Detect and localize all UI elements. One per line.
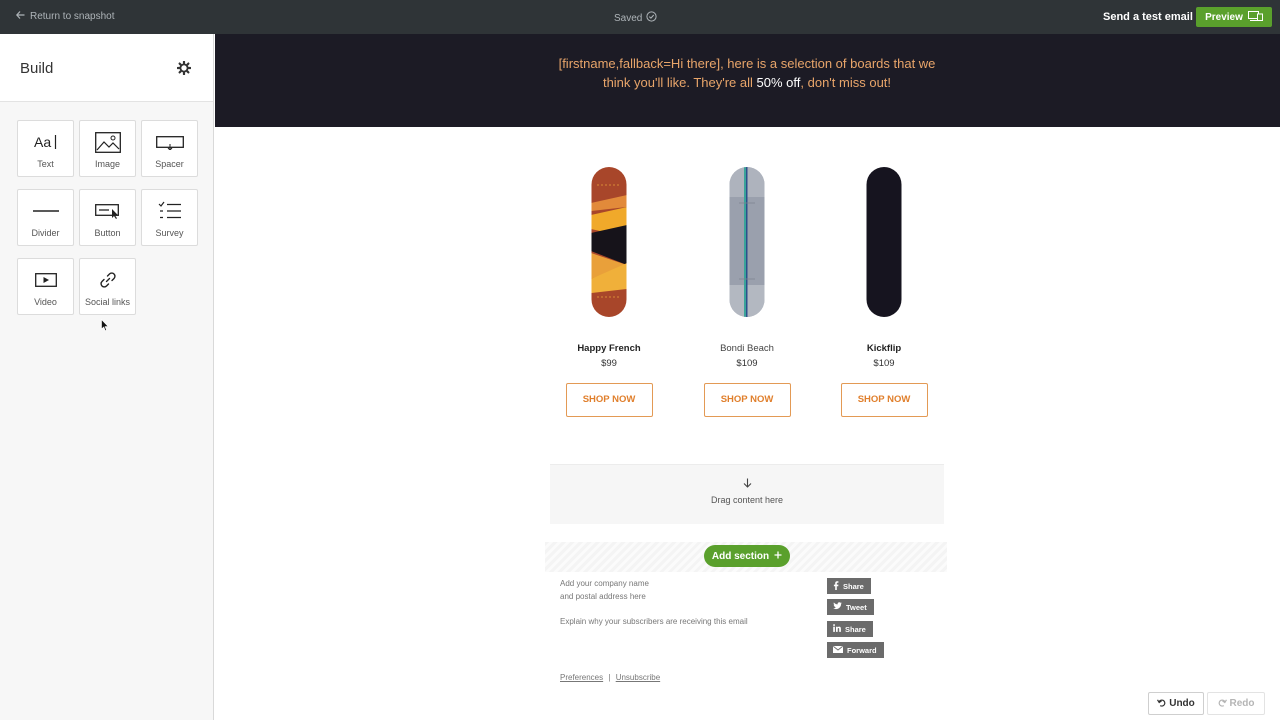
product-price: $109 [873, 358, 895, 369]
address-line-1: Add your company name [560, 579, 649, 588]
divider-block-label: Divider [31, 228, 60, 238]
image-block-label: Image [94, 159, 120, 169]
hero-banner[interactable]: [firstname,fallback=Hi there], here is a… [215, 34, 1280, 127]
product-name: Happy French [577, 343, 641, 354]
linkedin-share-label: Share [845, 624, 866, 634]
facebook-icon [833, 580, 839, 592]
spacer-icon [155, 131, 184, 153]
shop-now-button[interactable]: SHOP NOW [703, 383, 791, 417]
divider-icon [32, 200, 60, 222]
facebook-share-label: Share [843, 581, 864, 591]
text-icon: Aa [32, 131, 60, 153]
video-block-label: Video [34, 297, 57, 307]
svg-text:Aa: Aa [34, 134, 51, 150]
add-section-button[interactable]: Add section [704, 545, 790, 567]
check-circle-icon [646, 11, 657, 25]
top-bar: Return to snapshot Saved Send a test ema… [0, 0, 1280, 34]
button-icon [94, 200, 122, 222]
address-line-2: and postal address here [560, 592, 646, 601]
hero-discount: 50% off [756, 75, 801, 90]
forward-button[interactable]: Forward [827, 642, 884, 658]
sidebar-header: Build [0, 34, 213, 102]
product-price: $99 [601, 358, 617, 369]
text-block-label: Text [37, 159, 54, 169]
gear-icon[interactable] [176, 60, 192, 76]
twitter-icon [833, 602, 842, 612]
mouse-pointer-icon [101, 318, 109, 332]
spacer-block-tile[interactable]: Spacer [141, 120, 198, 177]
twitter-tweet-button[interactable]: Tweet [827, 599, 874, 615]
product-card: Kickflip $109 SHOP NOW [840, 167, 928, 417]
facebook-share-button[interactable]: Share [827, 578, 871, 594]
drop-zone[interactable]: Drag content here [550, 464, 944, 524]
video-block-tile[interactable]: Video [17, 258, 74, 315]
footer-links: Preferences | Unsubscribe [560, 673, 660, 682]
shop-now-button[interactable]: SHOP NOW [840, 383, 928, 417]
footer-link-separator: | [608, 673, 611, 682]
build-sidebar: Build Aa Text Image Spacer Divider Butto… [0, 34, 214, 720]
drop-zone-label: Drag content here [710, 495, 784, 505]
send-test-email-button[interactable]: Send a test email [1103, 11, 1193, 23]
linkedin-icon [833, 624, 841, 634]
forward-label: Forward [847, 645, 877, 655]
divider-block-tile[interactable]: Divider [17, 189, 74, 246]
product-name: Bondi Beach [720, 343, 774, 354]
unsubscribe-link[interactable]: Unsubscribe [616, 673, 660, 682]
product-image[interactable] [591, 167, 627, 317]
image-block-tile[interactable]: Image [79, 120, 136, 177]
company-address[interactable]: Add your company name and postal address… [560, 578, 649, 603]
save-status: Saved [614, 11, 657, 25]
linkedin-share-button[interactable]: Share [827, 621, 873, 637]
link-icon [94, 269, 122, 291]
image-icon [94, 131, 122, 153]
button-block-tile[interactable]: Button [79, 189, 136, 246]
plus-icon [774, 551, 782, 562]
product-image[interactable] [729, 167, 765, 317]
redo-button[interactable]: Redo [1207, 692, 1265, 715]
social-links-block-tile[interactable]: Social links [79, 258, 136, 315]
social-links-block-label: Social links [84, 297, 131, 307]
shop-now-button[interactable]: SHOP NOW [565, 383, 653, 417]
arrow-down-icon [550, 477, 944, 491]
spacer-block-label: Spacer [155, 159, 184, 169]
preferences-link[interactable]: Preferences [560, 673, 603, 682]
return-to-snapshot-link[interactable]: Return to snapshot [15, 11, 115, 22]
arrow-left-icon [15, 11, 25, 22]
devices-icon [1247, 10, 1263, 24]
button-block-label: Button [94, 228, 121, 238]
text-block-tile[interactable]: Aa Text [17, 120, 74, 177]
save-status-label: Saved [614, 12, 643, 24]
sidebar-title: Build [20, 60, 54, 77]
survey-block-label: Survey [155, 228, 184, 238]
return-to-snapshot-label: Return to snapshot [30, 11, 115, 22]
product-card: Happy French $99 SHOP NOW [565, 167, 653, 417]
preview-label: Preview [1205, 11, 1243, 23]
hero-message: [firstname,fallback=Hi there], here is a… [547, 54, 947, 92]
mail-icon [833, 645, 843, 655]
undo-label: Undo [1169, 698, 1195, 709]
preview-button[interactable]: Preview [1196, 7, 1272, 27]
email-canvas: [firstname,fallback=Hi there], here is a… [215, 34, 1280, 720]
survey-block-tile[interactable]: Survey [141, 189, 198, 246]
survey-icon [156, 200, 184, 222]
redo-icon [1218, 698, 1227, 710]
redo-label: Redo [1229, 698, 1255, 709]
product-card: Bondi Beach $109 SHOP NOW [703, 167, 791, 417]
video-icon [32, 269, 60, 291]
undo-icon [1157, 698, 1166, 710]
hero-text-end: , don't miss out! [800, 75, 892, 90]
content-blocks: Aa Text Image Spacer Divider Button Surv… [17, 120, 199, 315]
product-price: $109 [736, 358, 758, 369]
add-section-label: Add section [711, 550, 770, 562]
product-image[interactable] [866, 167, 902, 317]
product-name: Kickflip [866, 343, 902, 354]
subscription-reason[interactable]: Explain why your subscribers are receivi… [560, 616, 748, 628]
twitter-tweet-label: Tweet [846, 602, 867, 612]
undo-button[interactable]: Undo [1148, 692, 1204, 715]
